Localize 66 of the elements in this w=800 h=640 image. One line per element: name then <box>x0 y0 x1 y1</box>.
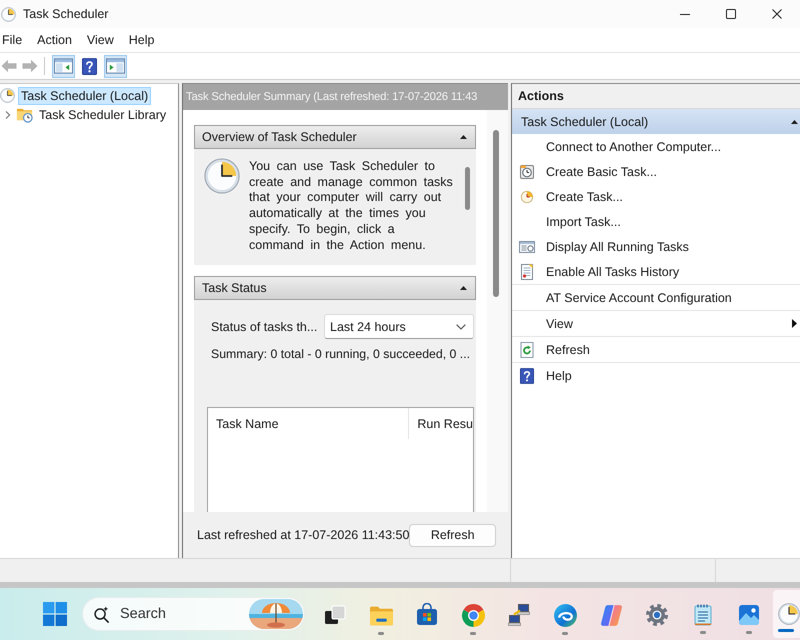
tree-item[interactable]: Task Scheduler (Local) <box>18 86 152 104</box>
menu-item[interactable]: Help <box>128 30 156 50</box>
four-squares-logo-icon <box>43 602 67 626</box>
section-header[interactable]: Overview of Task Scheduler <box>194 125 476 149</box>
slanted-bars-icon <box>598 603 624 628</box>
menu-item[interactable]: Action <box>36 30 73 50</box>
help-icon <box>82 58 97 74</box>
list-document-icon <box>519 264 535 280</box>
overlapping-squares-icon <box>323 603 347 627</box>
summary-text: Summary: 0 total - 0 running, 0 succeeded, 0 ... <box>211 347 472 362</box>
toolbar-button[interactable] <box>52 54 75 78</box>
tricolor-circle-icon <box>460 603 486 628</box>
clock-icon <box>520 190 534 204</box>
clock-icon <box>778 603 800 625</box>
search-box[interactable]: Search <box>82 597 305 631</box>
filter-label: Status of tasks th... <box>211 320 318 334</box>
command-link[interactable]: Display All Running Tasks <box>512 234 800 259</box>
beach-umbrella-icon <box>249 599 303 629</box>
section-header[interactable]: Task Status <box>194 276 476 300</box>
folder-clock-icon <box>16 106 33 123</box>
help-icon <box>520 368 534 384</box>
window-title: Task Scheduler <box>23 7 108 21</box>
window-list-icon <box>519 238 535 254</box>
overview-text: You can use Task Scheduler to create and manage common tasks that your computer will carry out automatically at the times you specify. To begin, click a command in the Action menu. <box>249 159 454 254</box>
left-pane-window-icon <box>54 58 73 74</box>
tree-item[interactable]: Task Scheduler Library <box>36 106 170 124</box>
command-group-header[interactable]: Task Scheduler (Local) <box>512 109 800 134</box>
chevron-down-icon <box>456 324 466 330</box>
command-link[interactable]: Create Task... <box>512 184 800 209</box>
start-button[interactable] <box>43 602 67 626</box>
calendar-clock-icon <box>519 164 535 180</box>
gear-icon <box>645 603 669 627</box>
command-link[interactable]: Help <box>512 363 800 388</box>
column-header[interactable]: Task Name <box>208 408 410 439</box>
refresh-button[interactable]: Refresh <box>409 524 496 546</box>
toolbar-button[interactable] <box>104 54 127 78</box>
pane-title: Task Scheduler Summary (Last refreshed: 17-07-2026 11:43 <box>183 84 508 110</box>
command-link[interactable]: View <box>512 311 800 337</box>
search-icon <box>93 606 110 622</box>
close-icon <box>772 9 782 19</box>
maximize-icon <box>726 9 736 19</box>
command-link[interactable]: AT Service Account Configuration <box>512 285 800 311</box>
back-arrow-icon <box>1 59 17 73</box>
period-dropdown[interactable]: Last 24 hours <box>324 314 474 339</box>
menu-item[interactable]: File <box>1 30 24 50</box>
last-refreshed-text: Last refreshed at 17-07-2026 11:43:50 <box>197 528 410 542</box>
forward-arrow-icon <box>22 59 38 73</box>
mountain-picture-icon <box>737 603 761 627</box>
command-link[interactable]: Import Task... <box>512 209 800 234</box>
search-field[interactable]: Search <box>120 604 240 624</box>
command-link[interactable]: Connect to Another Computer... <box>512 134 800 159</box>
shopping-bag-icon <box>415 603 439 627</box>
clock-icon <box>204 158 240 194</box>
menu-item[interactable]: View <box>86 30 115 50</box>
command-link[interactable]: Refresh <box>512 337 800 363</box>
pane-title: Actions <box>512 84 800 109</box>
command-link[interactable]: Create Basic Task... <box>512 159 800 184</box>
connected-computers-icon <box>507 603 531 627</box>
refresh-icon <box>519 342 535 358</box>
command-link[interactable]: Enable All Tasks History <box>512 259 800 285</box>
column-header[interactable]: Run Resu <box>409 408 473 439</box>
scrollbar-thumb[interactable] <box>465 167 470 210</box>
scrollbar[interactable] <box>487 110 508 512</box>
scrollbar-thumb[interactable] <box>493 130 499 297</box>
swirl-circle-icon <box>552 603 578 628</box>
right-pane-window-icon <box>106 58 125 74</box>
